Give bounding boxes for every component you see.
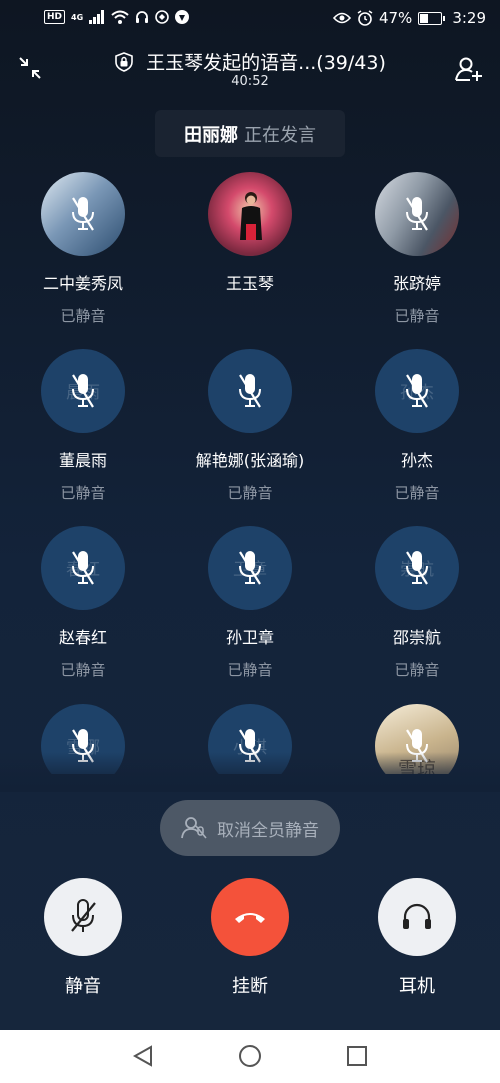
eye-icon bbox=[332, 12, 351, 24]
member-name: 二中姜秀凤 bbox=[42, 274, 123, 293]
notification-icon bbox=[155, 10, 169, 24]
wifi-icon bbox=[111, 10, 129, 24]
avatar bbox=[41, 172, 125, 256]
encrypted-lock-icon bbox=[115, 52, 133, 72]
member-tile[interactable]: 崇航 邵崇航 已静音 bbox=[337, 526, 497, 680]
member-name: 孙卫章 bbox=[225, 628, 274, 647]
mute-button[interactable] bbox=[44, 878, 122, 956]
member-tile[interactable]: 孙杰 孙杰 已静音 bbox=[337, 349, 497, 503]
headset-button[interactable] bbox=[378, 878, 456, 956]
avatar bbox=[208, 349, 292, 433]
battery-percent: 47% bbox=[378, 9, 413, 27]
member-name: 孙杰 bbox=[400, 451, 433, 470]
avatar: 崇航 bbox=[375, 526, 459, 610]
member-tile[interactable]: 二中姜秀凤 已静音 bbox=[3, 172, 163, 326]
call-title-text: 王玉琴发起的语音...(39/43) bbox=[146, 52, 386, 74]
member-state: 已静音 bbox=[394, 307, 440, 325]
unmute-all-button[interactable]: 取消全员静音 bbox=[160, 800, 340, 856]
alarm-icon bbox=[357, 10, 373, 26]
avatar: 晨雨 bbox=[41, 349, 125, 433]
recents-icon[interactable] bbox=[345, 1044, 369, 1068]
hangup-button[interactable] bbox=[211, 878, 289, 956]
mic-muted-icon bbox=[239, 551, 261, 585]
member-tile[interactable]: 解艳娜(张涵瑜) 已静音 bbox=[170, 349, 330, 503]
battery-icon bbox=[418, 11, 446, 25]
mic-muted-icon bbox=[406, 374, 428, 408]
headset-label: 耳机 bbox=[399, 976, 435, 997]
unmute-all-label: 取消全员静音 bbox=[217, 820, 319, 841]
add-member-icon[interactable] bbox=[454, 54, 484, 84]
member-state: 已静音 bbox=[60, 661, 106, 679]
avatar: 卫章 bbox=[208, 526, 292, 610]
member-state: 已静音 bbox=[227, 484, 273, 502]
back-icon[interactable] bbox=[131, 1044, 155, 1068]
mic-muted-icon bbox=[406, 197, 428, 231]
avatar bbox=[208, 172, 292, 256]
member-state: 已静音 bbox=[227, 661, 273, 679]
mic-off-icon bbox=[71, 899, 96, 932]
member-name: 邵崇航 bbox=[392, 628, 441, 647]
member-state: 已静音 bbox=[394, 484, 440, 502]
mic-muted-icon bbox=[72, 551, 94, 585]
member-state: 已静音 bbox=[60, 484, 106, 502]
hd-badge: HD bbox=[44, 10, 66, 24]
home-icon[interactable] bbox=[238, 1044, 262, 1068]
mic-muted-icon bbox=[406, 551, 428, 585]
grid-fade bbox=[0, 752, 500, 792]
headset-icon bbox=[136, 11, 149, 23]
hangup-control: 挂断 bbox=[170, 878, 330, 998]
member-tile[interactable]: 晨雨 董晨雨 已静音 bbox=[3, 349, 163, 503]
avatar-photo bbox=[240, 192, 262, 240]
speaker-name: 田丽娜 bbox=[184, 124, 238, 146]
hangup-label: 挂断 bbox=[232, 976, 268, 997]
unmute-all-icon bbox=[181, 817, 207, 839]
app-icon bbox=[175, 10, 190, 24]
member-state: 已静音 bbox=[394, 661, 440, 679]
member-name: 张跻婷 bbox=[392, 274, 441, 293]
member-name: 董晨雨 bbox=[58, 451, 107, 470]
call-timer: 40:52 bbox=[231, 74, 269, 89]
signal-icon bbox=[89, 10, 105, 24]
mute-label: 静音 bbox=[65, 976, 101, 997]
mic-muted-icon bbox=[239, 374, 261, 408]
member-name: 解艳娜(张涵瑜) bbox=[195, 451, 305, 470]
status-bar: HD 4G 47% 3:29 bbox=[0, 0, 500, 40]
headphones-icon bbox=[403, 903, 431, 929]
mic-muted-icon bbox=[72, 374, 94, 408]
avatar: 春红 bbox=[41, 526, 125, 610]
member-tile[interactable]: 春红 赵春红 已静音 bbox=[3, 526, 163, 680]
network-label: 4G bbox=[71, 12, 84, 22]
member-tile[interactable]: 王玉琴 bbox=[170, 172, 330, 305]
speaker-state: 正在发言 bbox=[244, 124, 316, 146]
member-state: 已静音 bbox=[60, 307, 106, 325]
system-nav-bar bbox=[0, 1030, 500, 1083]
mic-muted-icon bbox=[72, 197, 94, 231]
mute-control: 静音 bbox=[3, 878, 163, 998]
member-name: 王玉琴 bbox=[225, 274, 274, 293]
current-speaker-banner: 田丽娜 正在发言 bbox=[155, 110, 345, 157]
avatar: 孙杰 bbox=[375, 349, 459, 433]
avatar bbox=[375, 172, 459, 256]
call-header: 王玉琴发起的语音...(39/43) 40:52 bbox=[0, 40, 500, 96]
clock: 3:29 bbox=[452, 9, 486, 27]
hangup-phone-icon bbox=[235, 913, 265, 923]
member-tile[interactable]: 张跻婷 已静音 bbox=[337, 172, 497, 326]
call-title: 王玉琴发起的语音...(39/43) bbox=[0, 48, 500, 75]
member-tile[interactable]: 卫章 孙卫章 已静音 bbox=[170, 526, 330, 680]
headset-control: 耳机 bbox=[337, 878, 497, 998]
member-name: 赵春红 bbox=[58, 628, 107, 647]
